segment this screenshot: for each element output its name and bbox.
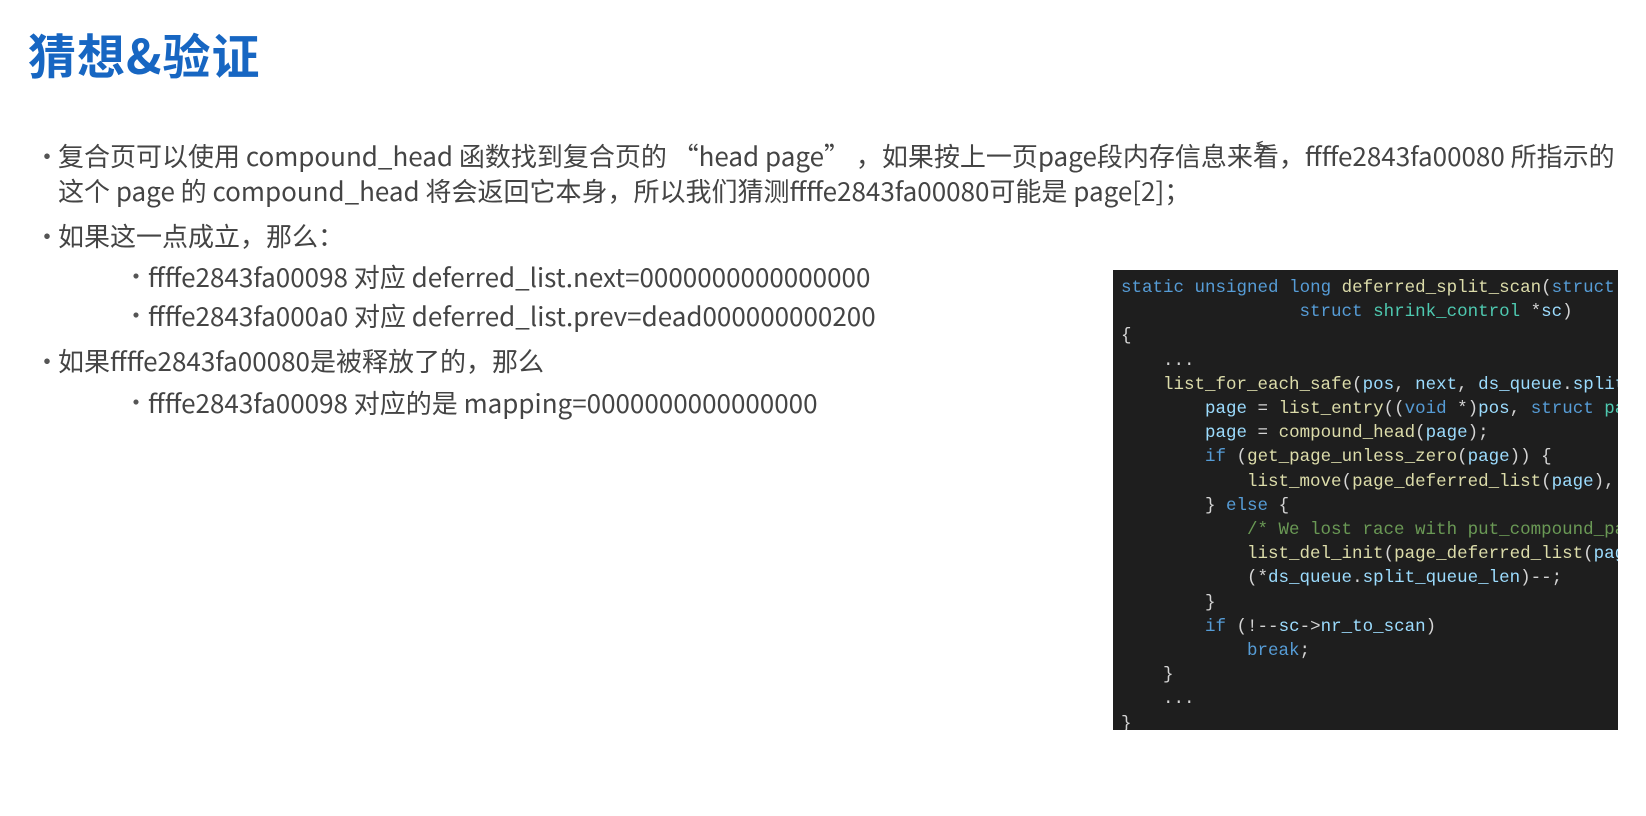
code-var: ds_queue [1268, 568, 1352, 588]
code-keyword: void [1405, 399, 1447, 419]
code-function: page_deferred_list [1352, 472, 1541, 492]
code-member: split_queue [1573, 375, 1618, 395]
code-function: list_move [1247, 472, 1342, 492]
code-function: list_del_init [1247, 544, 1384, 564]
code-snippet: static unsigned long deferred_split_scan… [1113, 270, 1618, 730]
code-function: compound_head [1279, 423, 1416, 443]
code-keyword: else [1226, 496, 1268, 516]
code-keyword: static [1121, 278, 1184, 298]
slide: 猜想&验证 ↖ 复合页可以使用 compound_head 函数找到复合页的 “… [0, 0, 1646, 816]
bullet-item: 复合页可以使用 compound_head 函数找到复合页的 “head pag… [28, 138, 1618, 208]
code-comment: /* We lost race with put_compound_page()… [1247, 520, 1618, 540]
code-ellipsis: ... [1163, 351, 1195, 371]
code-keyword: break [1247, 641, 1300, 661]
code-var: page [1468, 447, 1510, 467]
sub-bullet-text: ffffe2843fa000a0 对应 deferred_list.prev=d… [148, 297, 876, 334]
bullet-text: 如果这一点成立，那么： [58, 217, 344, 254]
code-var: sc [1279, 617, 1300, 637]
code-var: next [1415, 375, 1457, 395]
code-var: page [1205, 399, 1247, 419]
code-param: sc [1541, 302, 1562, 322]
code-var: page [1594, 544, 1618, 564]
code-keyword: unsigned [1195, 278, 1279, 298]
code-function: page_deferred_list [1394, 544, 1583, 564]
code-var: page [1426, 423, 1468, 443]
code-var: ds_queue [1478, 375, 1562, 395]
code-var: pos [1478, 399, 1510, 419]
bullet-text: 复合页可以使用 compound_head 函数找到复合页的 “head pag… [58, 137, 1615, 209]
code-keyword: struct [1531, 399, 1594, 419]
code-type: shrink_control [1373, 302, 1520, 322]
bullet-text: 如果ffffe2843fa00080是被释放了的，那么 [58, 342, 544, 379]
code-function: get_page_unless_zero [1247, 447, 1457, 467]
sub-bullet-text: ffffe2843fa00098 对应的是 mapping=0000000000… [148, 384, 818, 421]
code-var: page [1205, 423, 1247, 443]
slide-title: 猜想&验证 [28, 18, 1618, 88]
code-var: pos [1363, 375, 1395, 395]
code-function: list_for_each_safe [1163, 375, 1352, 395]
code-function: deferred_split_scan [1342, 278, 1542, 298]
code-member: nr_to_scan [1321, 617, 1426, 637]
code-keyword: if [1205, 447, 1226, 467]
code-keyword: struct [1552, 278, 1615, 298]
code-member: split_queue_len [1363, 568, 1521, 588]
code-type: page [1604, 399, 1618, 419]
code-keyword: long [1289, 278, 1331, 298]
sub-bullet-text: ffffe2843fa00098 对应 deferred_list.next=0… [148, 258, 870, 295]
code-ellipsis: ... [1163, 689, 1195, 709]
code-var: page [1552, 472, 1594, 492]
code-function: list_entry [1279, 399, 1384, 419]
code-keyword: struct [1300, 302, 1363, 322]
code-keyword: if [1205, 617, 1226, 637]
